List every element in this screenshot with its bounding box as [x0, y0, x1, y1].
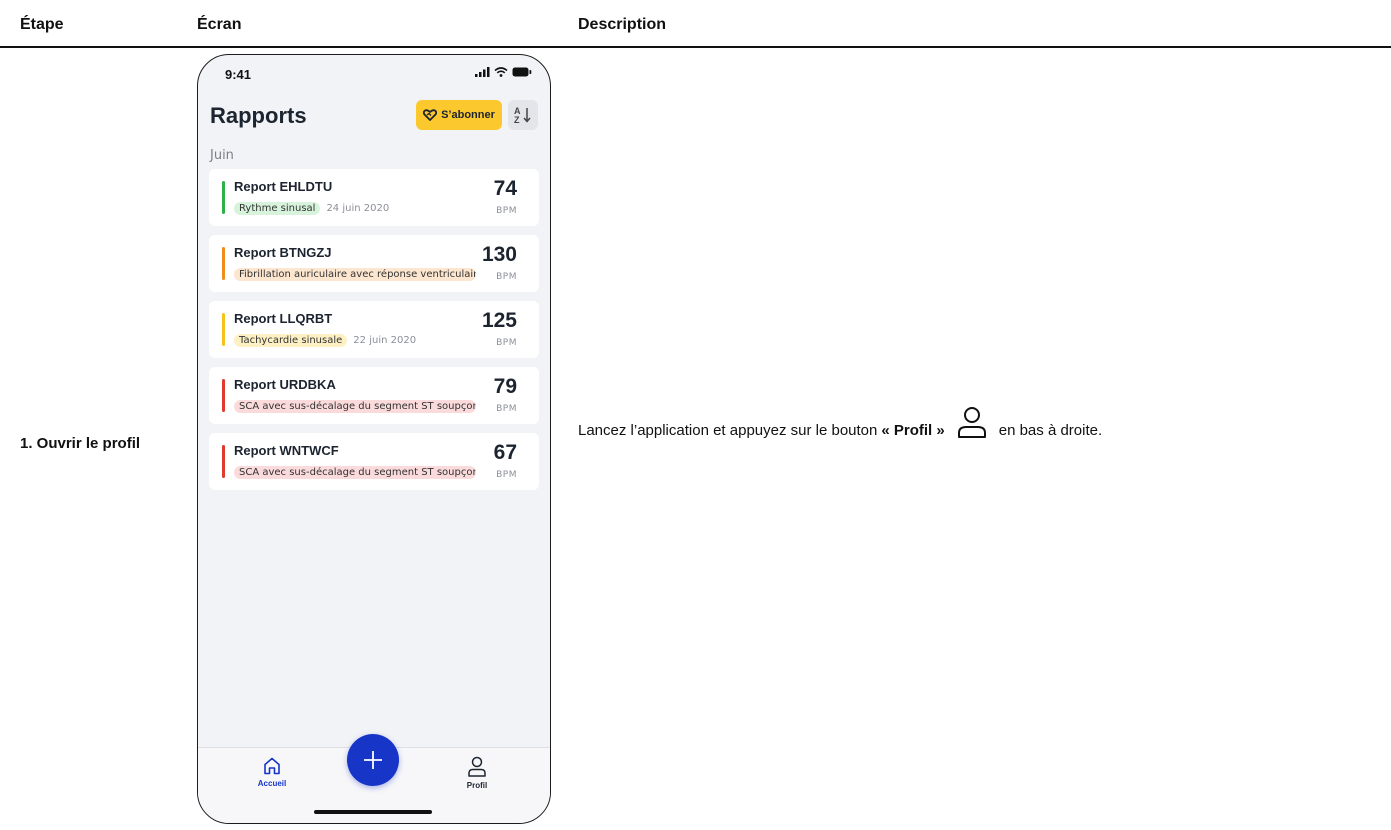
description-suffix: en bas à droite. [998, 421, 1103, 439]
status-bar: 9:41 [198, 55, 550, 95]
tab-home[interactable]: Accueil [242, 756, 302, 788]
report-name: Report WNTWCF [234, 443, 339, 458]
status-indicator [222, 247, 225, 280]
report-meta: Tachycardie sinusale 22 juin 2020 [234, 334, 416, 347]
report-card[interactable]: Report BTNGZJ Fibrillation auriculaire av… [209, 235, 539, 292]
bpm-unit: BPM [496, 338, 517, 348]
bpm-value: 74 [493, 177, 517, 200]
bpm-value: 125 [481, 309, 517, 332]
rhythm-tag: Fibrillation auriculaire avec réponse ve… [234, 268, 476, 281]
status-indicator [222, 181, 225, 214]
tab-home-label: Accueil [257, 779, 287, 788]
report-meta: SCA avec sus-décalage du segment ST soup… [234, 400, 476, 413]
svg-text:Z: Z [514, 115, 520, 125]
tab-bar: Accueil Profil [198, 734, 550, 823]
person-icon [957, 406, 987, 440]
description-prefix: Lancez l’application et appuyez sur le b… [578, 421, 878, 439]
wifi-icon [494, 67, 508, 77]
report-date: 22 juin 2020 [353, 335, 417, 346]
report-meta: Fibrillation auriculaire avec réponse ve… [234, 268, 476, 281]
sort-az-icon: A Z [514, 106, 531, 125]
tab-profile[interactable]: Profil [447, 756, 507, 790]
rhythm-tag: Tachycardie sinusale [234, 334, 348, 347]
description-bold: « Profil » [881, 421, 945, 439]
home-indicator [314, 810, 432, 814]
header-description: Description [578, 16, 667, 33]
report-name: Report URDBKA [234, 377, 336, 392]
step-description: Lancez l’application et appuyez sur le b… [578, 407, 1103, 440]
report-name: Report BTNGZJ [234, 245, 332, 260]
bpm-unit: BPM [496, 206, 517, 216]
page-title: Rapports [210, 103, 307, 128]
subscribe-button[interactable]: S’abonner [416, 100, 502, 130]
home-icon [264, 757, 280, 775]
report-card[interactable]: Report URDBKA SCA avec sus-décalage du se… [209, 367, 539, 424]
status-time: 9:41 [225, 67, 252, 82]
status-icons [475, 67, 532, 77]
bpm-value: 130 [481, 243, 517, 266]
step-label: 1. Ouvrir le profil [20, 435, 141, 452]
subscribe-label: S’abonner [441, 109, 495, 121]
person-icon [468, 756, 486, 777]
bpm-unit: BPM [496, 272, 517, 282]
report-date: 24 juin 2020 [326, 203, 390, 214]
bpm-unit: BPM [496, 404, 517, 414]
bpm-value: 67 [493, 441, 517, 464]
tab-profile-label: Profil [466, 781, 488, 790]
header-divider [0, 46, 1391, 48]
rhythm-tag: SCA avec sus-décalage du segment ST soup… [234, 466, 476, 479]
rhythm-tag: SCA avec sus-décalage du segment ST soup… [234, 400, 476, 413]
status-indicator [222, 313, 225, 346]
signal-icon [475, 67, 490, 77]
month-label: Juin [210, 148, 234, 163]
add-report-button[interactable] [347, 734, 399, 786]
status-indicator [222, 445, 225, 478]
heart-icon [423, 109, 438, 121]
report-meta: Rythme sinusal 24 juin 2020 [234, 202, 389, 215]
bpm-unit: BPM [496, 470, 517, 480]
header-screen: Écran [197, 16, 242, 33]
battery-icon [512, 67, 532, 77]
report-name: Report LLQRBT [234, 311, 333, 326]
report-name: Report EHLDTU [234, 179, 333, 194]
report-card[interactable]: Report EHLDTU Rythme sinusal 24 juin 2020 7… [209, 169, 539, 226]
report-meta: SCA avec sus-décalage du segment ST soup… [234, 466, 476, 479]
report-card[interactable]: Report WNTWCF SCA avec sus-décalage du se… [209, 433, 539, 490]
status-indicator [222, 379, 225, 412]
plus-icon [364, 751, 382, 769]
rhythm-tag: Rythme sinusal [234, 202, 321, 215]
sort-button[interactable]: A Z [508, 100, 538, 130]
header-step: Étape [20, 16, 64, 33]
report-card[interactable]: Report LLQRBT Tachycardie sinusale 22 juin… [209, 301, 539, 358]
phone-screen: 9:41 Rapports S’abonner A Z Juin Report … [197, 54, 551, 824]
bpm-value: 79 [493, 375, 517, 398]
